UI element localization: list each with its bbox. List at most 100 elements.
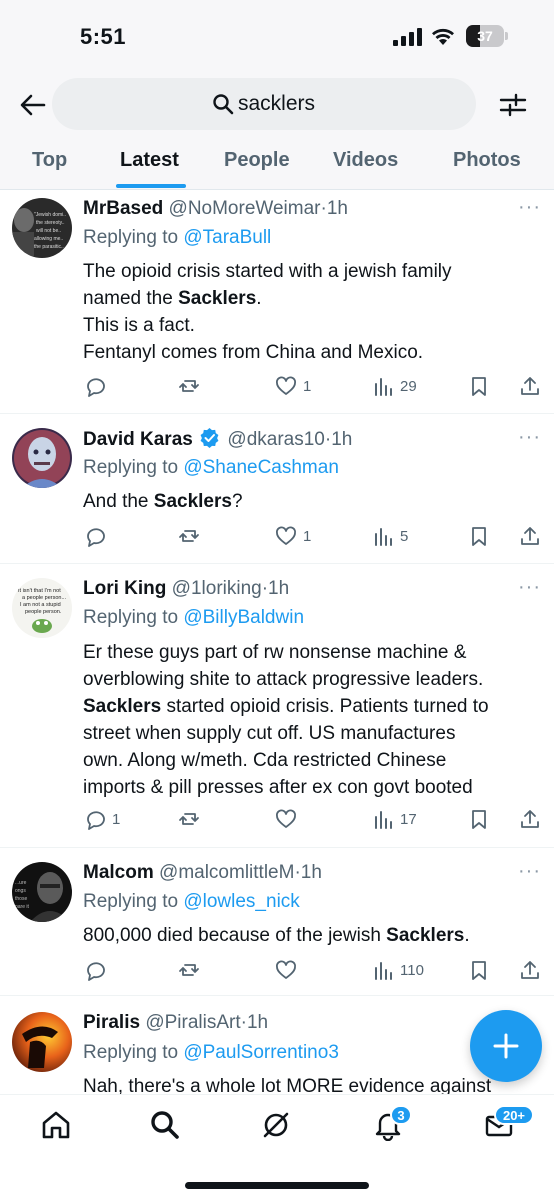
more-options-icon[interactable]: ··· (518, 426, 541, 449)
tab-people[interactable]: People (224, 149, 290, 172)
reply-to-link[interactable]: @BillyBaldwin (183, 607, 304, 628)
like-button[interactable]: 1 (275, 373, 311, 399)
more-options-icon[interactable]: ··· (518, 196, 541, 219)
reply-button[interactable] (84, 957, 112, 983)
battery-percent: 37 (477, 28, 493, 44)
svg-text:...ure: ...ure (15, 880, 27, 886)
explore-search-icon[interactable] (149, 1109, 181, 1141)
tab-latest[interactable]: Latest (120, 149, 179, 172)
like-button[interactable] (275, 957, 303, 983)
views-button[interactable]: 17 (372, 806, 417, 832)
retweet-button[interactable] (178, 373, 206, 399)
author-name[interactable]: Lori King (83, 578, 166, 599)
retweet-button[interactable] (178, 806, 206, 832)
tweet-header: Lori King @1loriking·1h (83, 578, 290, 599)
author-name[interactable]: Malcom (83, 862, 154, 883)
avatar[interactable] (12, 428, 72, 488)
back-arrow-icon[interactable] (18, 90, 48, 120)
svg-text:It isn't that I'm not: It isn't that I'm not (18, 588, 61, 594)
views-button[interactable]: 110 (372, 957, 424, 983)
author-handle[interactable]: @dkaras10 (227, 429, 324, 450)
svg-text:"Jewish domi..: "Jewish domi.. (34, 212, 66, 218)
bookmark-button[interactable] (468, 523, 490, 549)
svg-text:a people person...: a people person... (22, 595, 67, 601)
reply-to-link[interactable]: @lowles_nick (183, 891, 299, 912)
tweet-actions: 15 (0, 523, 554, 549)
bookmark-button[interactable] (468, 806, 490, 832)
tweet[interactable]: ...ure ongs those pare it Malcom @malcom… (0, 848, 554, 996)
messages-badge: 20+ (494, 1105, 534, 1125)
share-icon (521, 961, 539, 979)
like-button[interactable]: 1 (275, 523, 311, 549)
reply-button[interactable] (84, 373, 112, 399)
reply-button[interactable]: 1 (84, 806, 120, 832)
avatar[interactable]: It isn't that I'm not a people person...… (12, 578, 72, 638)
bookmark-icon (472, 810, 486, 829)
reply-count: 1 (112, 810, 121, 828)
reply-to-link[interactable]: @PaulSorrentino3 (183, 1042, 339, 1063)
tweet-header: MrBased @NoMoreWeimar·1h (83, 198, 348, 219)
more-options-icon[interactable]: ··· (518, 860, 541, 883)
tab-top[interactable]: Top (32, 149, 67, 172)
share-icon (521, 527, 539, 545)
bookmark-icon (472, 961, 486, 980)
author-name[interactable]: David Karas (83, 429, 193, 450)
tab-photos[interactable]: Photos (453, 149, 521, 172)
retweet-button[interactable] (178, 523, 206, 549)
views-button[interactable]: 5 (372, 523, 408, 549)
tweet[interactable]: "Jewish domi.. the stereoty.. will not b… (0, 190, 554, 414)
replying-to: Replying to @lowles_nick (83, 891, 300, 912)
author-handle[interactable]: @NoMoreWeimar (169, 198, 321, 219)
cellular-signal-icon (393, 28, 422, 46)
svg-text:the stereoty..: the stereoty.. (36, 220, 65, 226)
like-count: 1 (303, 377, 312, 395)
avatar[interactable]: ...ure ongs those pare it (12, 862, 72, 922)
search-input[interactable] (238, 88, 438, 120)
views-chart-icon (375, 962, 392, 980)
home-icon[interactable] (40, 1109, 72, 1141)
search-filter-icon[interactable] (498, 90, 528, 120)
tweet-text: 800,000 died because of the jewish Sackl… (83, 925, 470, 946)
compose-button[interactable] (470, 1010, 542, 1082)
heart-icon (276, 960, 296, 979)
replying-to: Replying to @TaraBull (83, 227, 272, 248)
reply-to-link[interactable]: @TaraBull (183, 227, 271, 248)
author-handle[interactable]: @malcomlittleM (159, 862, 294, 883)
tweet-header: David Karas @dkaras10·1h (83, 428, 353, 450)
active-tab-indicator (116, 184, 186, 188)
bookmark-button[interactable] (468, 373, 490, 399)
share-button[interactable] (519, 373, 541, 399)
like-button[interactable] (275, 806, 303, 832)
notifications-badge: 3 (390, 1105, 412, 1125)
svg-text:will not be..: will not be.. (36, 228, 61, 234)
reply-to-link[interactable]: @ShaneCashman (183, 457, 339, 478)
svg-text:pare it: pare it (15, 904, 30, 910)
search-box[interactable] (52, 78, 476, 130)
heart-icon (276, 376, 296, 395)
tweet-text: Nah, there's a whole lot MORE evidence a… (83, 1076, 492, 1094)
reply-button[interactable] (84, 523, 112, 549)
more-options-icon[interactable]: ··· (518, 576, 541, 599)
grok-icon[interactable] (260, 1109, 292, 1141)
replying-to: Replying to @BillyBaldwin (83, 607, 305, 628)
tweet[interactable]: David Karas @dkaras10·1h ··· Replying to… (0, 414, 554, 564)
home-indicator (185, 1182, 369, 1189)
author-name[interactable]: Piralis (83, 1012, 140, 1033)
author-handle[interactable]: @1loriking (172, 578, 262, 599)
share-button[interactable] (519, 523, 541, 549)
plus-icon (493, 1033, 519, 1059)
share-button[interactable] (519, 806, 541, 832)
tab-videos[interactable]: Videos (333, 149, 398, 172)
share-button[interactable] (519, 957, 541, 983)
bookmark-button[interactable] (468, 957, 490, 983)
bookmark-icon (472, 377, 486, 396)
views-count: 110 (400, 961, 424, 979)
tweet[interactable]: It isn't that I'm not a people person...… (0, 564, 554, 848)
retweet-button[interactable] (178, 957, 206, 983)
search-header (0, 78, 554, 134)
avatar[interactable]: "Jewish domi.. the stereoty.. will not b… (12, 198, 72, 258)
avatar[interactable] (12, 1012, 72, 1072)
author-name[interactable]: MrBased (83, 198, 163, 219)
author-handle[interactable]: @PiralisArt (145, 1012, 240, 1033)
views-button[interactable]: 29 (372, 373, 417, 399)
